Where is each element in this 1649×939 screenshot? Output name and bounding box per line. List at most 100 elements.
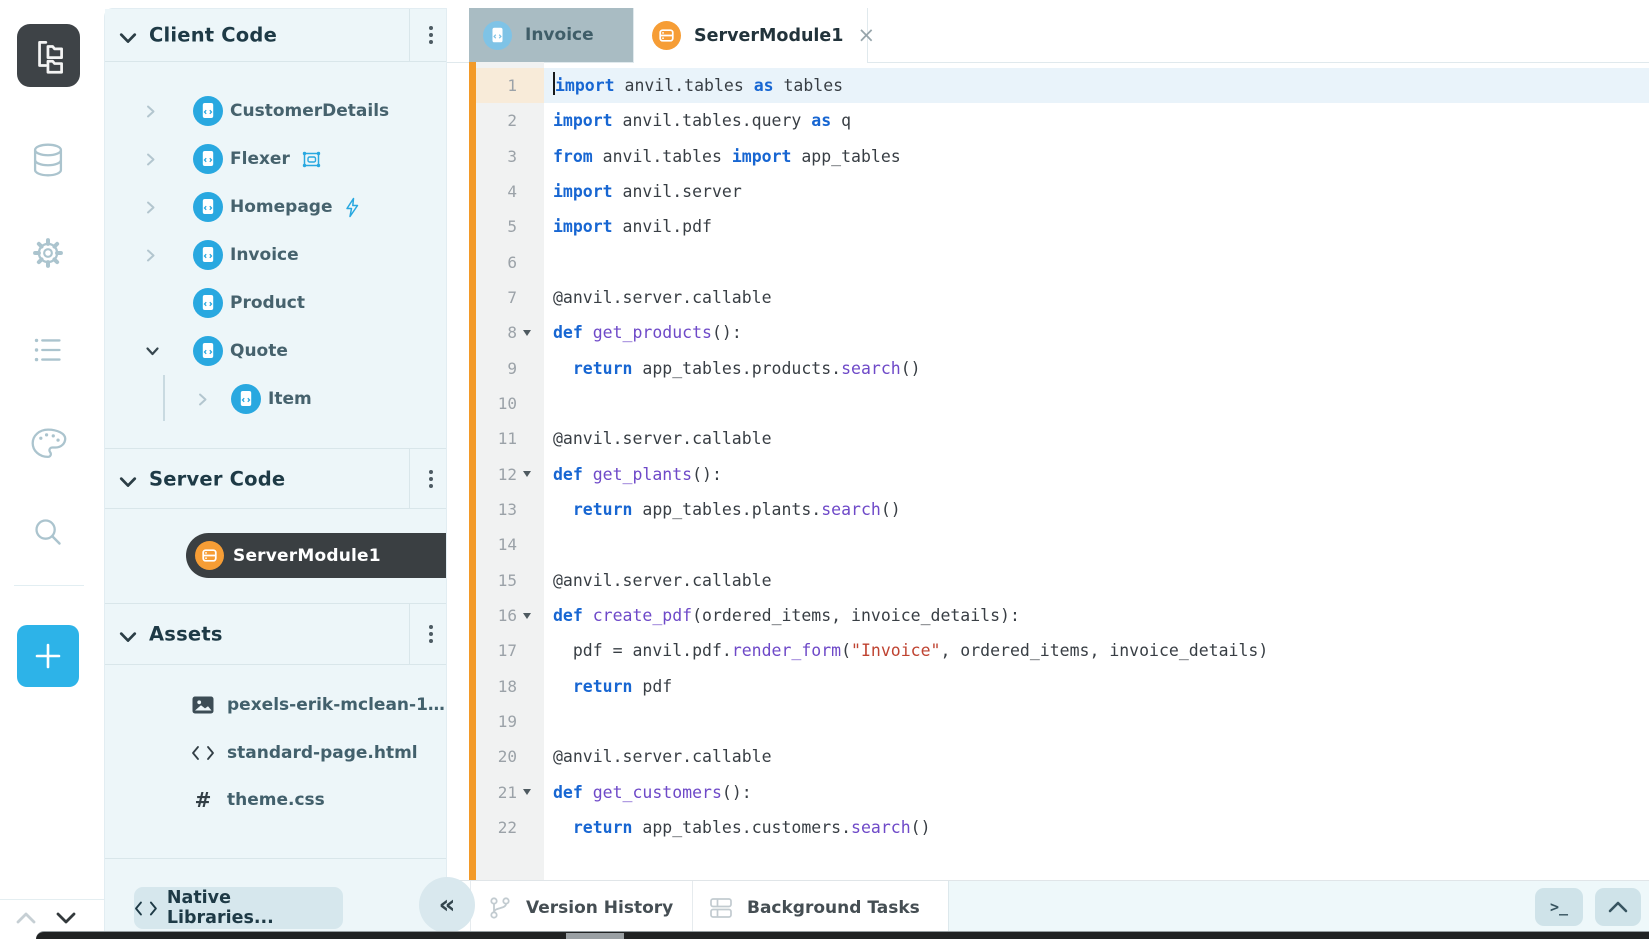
- chevron-right-icon[interactable]: [145, 103, 161, 119]
- sidebar-item-homepage[interactable]: Homepage: [105, 192, 446, 222]
- chevron-right-icon[interactable]: [145, 199, 161, 215]
- gutter-row-21: 21: [476, 775, 544, 810]
- background-tasks-button[interactable]: Background Tasks: [692, 881, 965, 934]
- image-icon: [189, 696, 217, 714]
- native-libraries-button[interactable]: Native Libraries...: [134, 887, 343, 929]
- window-bottom-edge-highlight: [566, 933, 624, 939]
- code-line-15[interactable]: @anvil.server.callable: [544, 563, 1649, 598]
- code-line-7[interactable]: @anvil.server.callable: [544, 280, 1649, 315]
- server-code-title: Server Code: [149, 467, 285, 490]
- asset-item-theme-css[interactable]: #theme.css: [105, 787, 446, 813]
- code-line-1[interactable]: import anvil.tables as tables: [544, 68, 1649, 103]
- search-button[interactable]: [26, 510, 70, 554]
- sidebar-item-quote[interactable]: Quote: [105, 336, 446, 366]
- client-code-menu-button[interactable]: [429, 33, 433, 37]
- code-line-16[interactable]: def create_pdf(ordered_items, invoice_de…: [544, 598, 1649, 633]
- line-number-5: 5: [507, 217, 517, 236]
- assets-menu-button[interactable]: [429, 632, 433, 636]
- code-line-12[interactable]: def get_plants():: [544, 457, 1649, 492]
- collapse-section-icon[interactable]: [119, 29, 137, 41]
- server-code-menu-button[interactable]: [429, 477, 433, 481]
- fold-marker-12[interactable]: [519, 471, 535, 477]
- sidebar-item-product[interactable]: Product: [105, 288, 446, 318]
- sidebar-item-servermodule1[interactable]: ServerModule1: [186, 533, 446, 578]
- app-tree-icon: [28, 35, 70, 77]
- collapse-sidebar-button[interactable]: «: [419, 877, 475, 933]
- code-line-4[interactable]: import anvil.server: [544, 174, 1649, 209]
- anvil-ide-window: Client Code Server Code ServerModule1: [0, 0, 1649, 939]
- close-tab-icon[interactable]: ×: [857, 25, 875, 46]
- gear-icon: [26, 230, 70, 276]
- gutter-row-18: 18: [476, 669, 544, 704]
- data-tables-button[interactable]: [26, 138, 70, 182]
- chevron-right-icon[interactable]: [197, 391, 213, 407]
- settings-button[interactable]: [26, 231, 70, 275]
- chevron-down-icon[interactable]: [145, 343, 161, 359]
- expand-panel-button[interactable]: [1595, 888, 1641, 926]
- app-browser-icon[interactable]: [17, 24, 80, 87]
- asset-item-pexels-erik-mclean-1-[interactable]: pexels-erik-mclean-1…: [105, 692, 446, 718]
- console-button[interactable]: >_: [1535, 888, 1583, 926]
- tab-servermodule1[interactable]: ServerModule1 ×: [633, 8, 868, 63]
- search-icon: [26, 509, 70, 555]
- gutter-row-20: 20: [476, 739, 544, 774]
- stacked-tasks-icon: [709, 896, 734, 920]
- code-line-21[interactable]: def get_customers():: [544, 775, 1649, 810]
- form-designer-icon: [301, 150, 322, 169]
- line-number-1: 1: [507, 76, 517, 95]
- gutter-row-8: 8: [476, 315, 544, 350]
- tab-invoice[interactable]: Invoice: [469, 8, 633, 62]
- gutter-row-3: 3: [476, 139, 544, 174]
- assets-bottom-divider: [105, 858, 446, 859]
- code-line-5[interactable]: import anvil.pdf: [544, 209, 1649, 244]
- fold-marker-8[interactable]: [519, 330, 535, 336]
- client-code-section-header[interactable]: Client Code: [105, 9, 446, 62]
- assets-section-header[interactable]: Assets: [105, 603, 446, 665]
- version-history-button[interactable]: Version History: [470, 881, 709, 934]
- code-line-10[interactable]: [544, 386, 1649, 421]
- collapse-section-icon[interactable]: [119, 628, 137, 640]
- line-number-21: 21: [498, 783, 517, 802]
- window-bottom-edge: [36, 931, 1649, 939]
- sidebar-item-customerdetails[interactable]: CustomerDetails: [105, 96, 446, 126]
- collapse-section-icon[interactable]: [119, 473, 137, 485]
- plus-icon: [31, 639, 65, 673]
- sidebar-item-flexer[interactable]: Flexer: [105, 144, 446, 174]
- chevron-right-icon[interactable]: [145, 247, 161, 263]
- code-line-18[interactable]: return pdf: [544, 669, 1649, 704]
- chevron-down-icon: [54, 908, 78, 928]
- line-number-9: 9: [507, 359, 517, 378]
- server-code-section-header[interactable]: Server Code: [105, 448, 446, 509]
- code-content[interactable]: import anvil.tables as tablesimport anvi…: [544, 62, 1649, 880]
- code-line-11[interactable]: @anvil.server.callable: [544, 421, 1649, 456]
- chevron-right-icon[interactable]: [145, 151, 161, 167]
- code-line-17[interactable]: pdf = anvil.pdf.render_form("Invoice", o…: [544, 633, 1649, 668]
- code-line-6[interactable]: [544, 245, 1649, 280]
- scroll-down-button[interactable]: [54, 908, 78, 932]
- code-line-9[interactable]: return app_tables.products.search(): [544, 351, 1649, 386]
- gutter-row-7: 7: [476, 280, 544, 315]
- sidebar-item-invoice[interactable]: Invoice: [105, 240, 446, 270]
- code-line-13[interactable]: return app_tables.plants.search(): [544, 492, 1649, 527]
- code-line-14[interactable]: [544, 527, 1649, 562]
- line-number-19: 19: [498, 712, 517, 731]
- app-logs-button[interactable]: [26, 328, 70, 372]
- gutter-row-9: 9: [476, 351, 544, 386]
- editor-bottom-bar: Version History Background Tasks >_: [447, 880, 1649, 934]
- code-editor[interactable]: 12345678910111213141516171819202122 impo…: [447, 62, 1649, 880]
- code-line-22[interactable]: return app_tables.customers.search(): [544, 810, 1649, 845]
- code-line-3[interactable]: from anvil.tables import app_tables: [544, 139, 1649, 174]
- add-component-button[interactable]: [17, 625, 79, 687]
- code-line-19[interactable]: [544, 704, 1649, 739]
- code-line-2[interactable]: import anvil.tables.query as q: [544, 103, 1649, 138]
- code-line-8[interactable]: def get_products():: [544, 315, 1649, 350]
- line-number-17: 17: [498, 641, 517, 660]
- fold-marker-16[interactable]: [519, 613, 535, 619]
- asset-item-standard-page-html[interactable]: standard-page.html: [105, 740, 446, 766]
- theme-button[interactable]: [26, 421, 70, 465]
- app-browser-panel: Client Code Server Code ServerModule1: [104, 8, 447, 939]
- scroll-up-button[interactable]: [14, 908, 38, 932]
- sidebar-item-item[interactable]: Item: [105, 384, 446, 414]
- fold-marker-21[interactable]: [519, 789, 535, 795]
- code-line-20[interactable]: @anvil.server.callable: [544, 739, 1649, 774]
